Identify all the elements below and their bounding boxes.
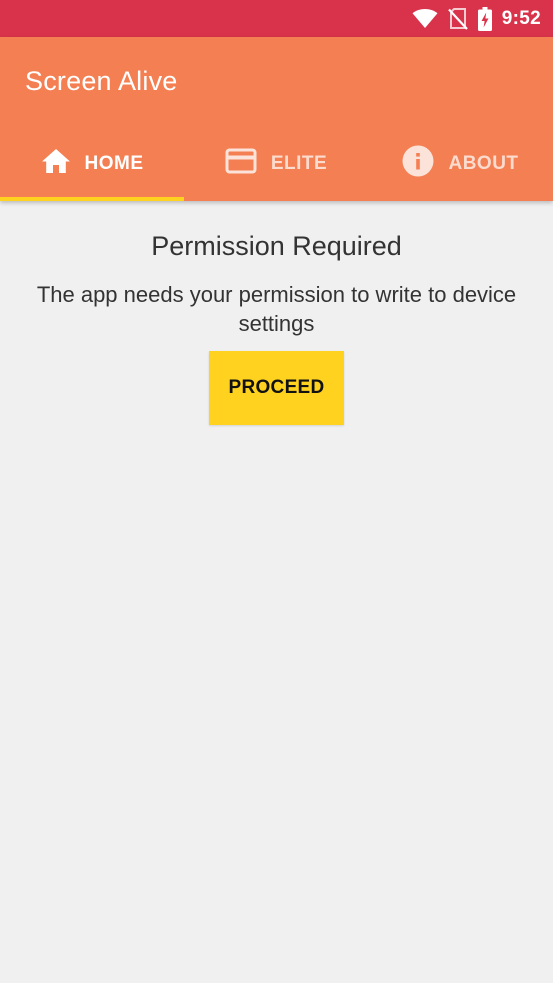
info-icon — [402, 145, 434, 183]
wifi-icon — [412, 8, 438, 29]
tab-elite[interactable]: ELITE — [184, 127, 368, 201]
home-content: Permission Required The app needs your p… — [0, 201, 553, 425]
credit-card-icon — [225, 148, 257, 180]
tab-about[interactable]: ABOUT — [368, 127, 553, 201]
proceed-button[interactable]: PROCEED — [209, 351, 344, 425]
permission-message: The app needs your permission to write t… — [36, 282, 517, 336]
no-sim-icon — [447, 7, 468, 30]
status-icons: 9:52 — [412, 0, 541, 37]
home-icon — [41, 148, 71, 180]
status-time: 9:52 — [501, 7, 541, 29]
permission-title: Permission Required — [151, 231, 402, 261]
battery-charging-icon — [477, 6, 492, 31]
tab-home[interactable]: HOME — [0, 127, 184, 201]
app-title: Screen Alive — [25, 66, 178, 96]
status-bar: 9:52 — [0, 0, 553, 37]
tab-about-label: ABOUT — [448, 153, 519, 174]
tab-home-label: HOME — [84, 153, 144, 174]
tab-elite-label: ELITE — [270, 153, 328, 174]
tab-bar: HOME ELITE ABOUT — [0, 127, 553, 201]
app-bar: Screen Alive HOME ELITE ABOUT — [0, 37, 553, 201]
